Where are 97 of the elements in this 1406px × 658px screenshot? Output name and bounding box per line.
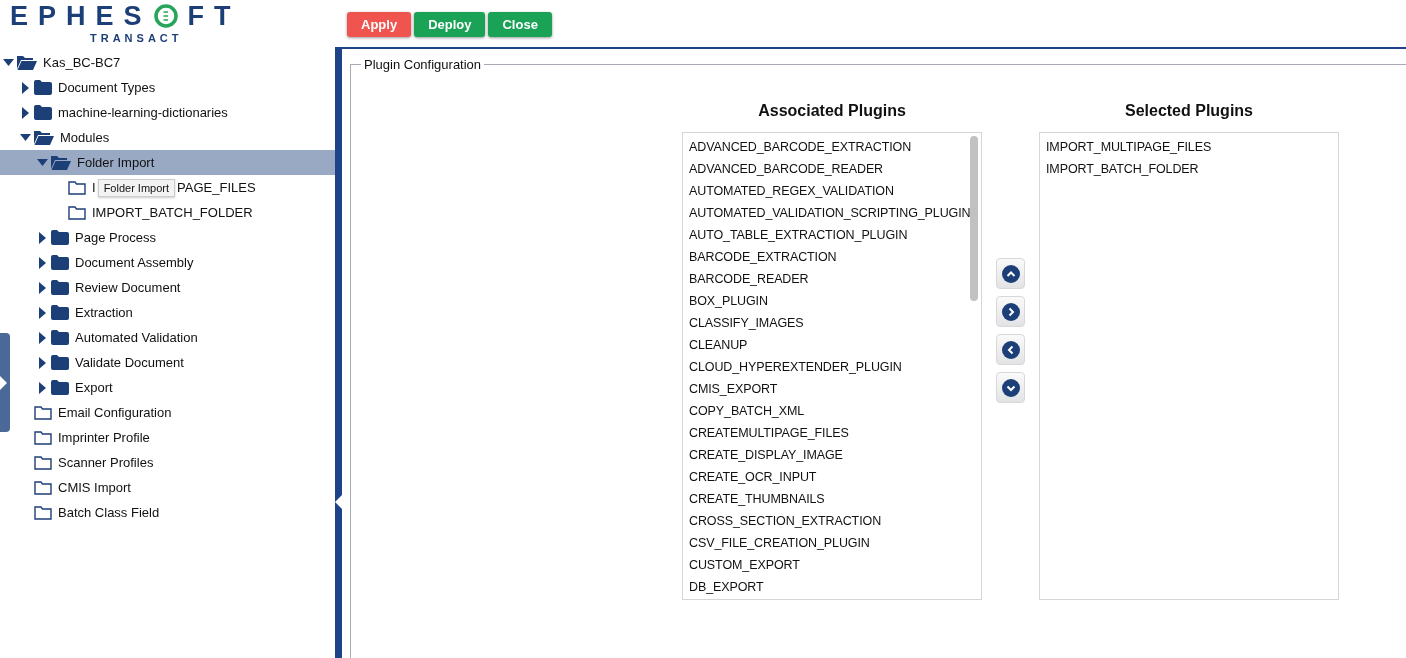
move-button[interactable] bbox=[996, 372, 1025, 403]
caret-right-icon[interactable] bbox=[38, 256, 47, 269]
tree-item-label[interactable]: PAGE_FILES bbox=[177, 180, 256, 195]
open-folder-icon bbox=[17, 55, 37, 70]
list-item[interactable]: ADVANCED_BARCODE_EXTRACTION bbox=[689, 136, 981, 158]
chevron-left-icon bbox=[1001, 340, 1020, 359]
open-folder-icon bbox=[34, 130, 54, 145]
tree-item-label[interactable]: Export bbox=[75, 380, 113, 395]
chevron-up-icon bbox=[1001, 264, 1020, 283]
open-folder-icon bbox=[51, 155, 71, 170]
caret-right-icon bbox=[0, 375, 7, 390]
list-item[interactable]: AUTOMATED_REGEX_VALIDATION bbox=[689, 180, 981, 202]
chevron-down-icon bbox=[1001, 378, 1020, 397]
tree-item-label[interactable]: Document Types bbox=[58, 80, 156, 95]
list-item[interactable]: CMIS_EXPORT bbox=[689, 378, 981, 400]
chevron-right-icon bbox=[1001, 302, 1020, 321]
list-item[interactable]: CREATE_DISPLAY_IMAGE bbox=[689, 444, 981, 466]
tree-item-label[interactable]: Kas_BC-BC7 bbox=[43, 55, 121, 70]
list-heading: Associated Plugins bbox=[758, 102, 906, 121]
tooltip: Folder Import bbox=[97, 178, 176, 197]
caret-left-icon bbox=[335, 495, 342, 509]
list-item[interactable]: CREATE_OCR_INPUT bbox=[689, 466, 981, 488]
list-item[interactable]: IMPORT_MULTIPAGE_FILES bbox=[1046, 136, 1338, 158]
folder-icon bbox=[51, 255, 69, 270]
tree-item-label[interactable]: Modules bbox=[60, 130, 110, 145]
list-heading: Selected Plugins bbox=[1124, 102, 1253, 121]
tree-item-label[interactable]: I bbox=[92, 180, 96, 195]
list-item[interactable]: BARCODE_READER bbox=[689, 268, 981, 290]
tree-item-label[interactable]: Page Process bbox=[75, 230, 156, 245]
associated-plugins-list[interactable] bbox=[682, 132, 982, 600]
caret-right-icon[interactable] bbox=[38, 231, 47, 244]
list-item[interactable]: BARCODE_EXTRACTION bbox=[689, 246, 981, 268]
list-item[interactable]: BOX_PLUGIN bbox=[689, 290, 981, 312]
folder-icon bbox=[51, 305, 69, 320]
caret-down-icon[interactable] bbox=[37, 158, 48, 167]
folder-outline-icon bbox=[34, 480, 52, 495]
folder-icon bbox=[51, 380, 69, 395]
move-button[interactable] bbox=[996, 334, 1025, 365]
folder-icon bbox=[34, 105, 52, 120]
selected-plugins-list[interactable]: IMPORT_MULTIPAGE_FILES IMPORT_BATCH_FOLDER bbox=[1039, 132, 1339, 600]
move-button[interactable] bbox=[996, 258, 1025, 289]
folder-outline-icon bbox=[34, 455, 52, 470]
tree-item-label[interactable]: Folder Import bbox=[77, 155, 155, 170]
folder-outline-icon bbox=[34, 405, 52, 420]
folder-icon bbox=[51, 330, 69, 345]
list-item[interactable]: AUTOMATED_VALIDATION_SCRIPTING_PLUGIN bbox=[689, 202, 981, 224]
selected-tree-row[interactable]: Folder Import bbox=[0, 150, 335, 175]
expand-handle[interactable] bbox=[0, 333, 10, 432]
list-item[interactable]: CROSS_SECTION_EXTRACTION bbox=[689, 510, 981, 532]
list-item[interactable]: IMPORT_BATCH_FOLDER bbox=[1046, 158, 1338, 180]
folder-outline-icon bbox=[68, 180, 86, 195]
caret-right-icon[interactable] bbox=[38, 381, 47, 394]
tree-item-label[interactable]: Review Document bbox=[75, 280, 181, 295]
tree-item-label[interactable]: Document Assembly bbox=[75, 255, 194, 270]
folder-icon bbox=[34, 80, 52, 95]
folder-icon bbox=[51, 355, 69, 370]
list-item[interactable]: CREATEMULTIPAGE_FILES bbox=[689, 422, 981, 444]
list-item[interactable]: AUTO_TABLE_EXTRACTION_PLUGIN bbox=[689, 224, 981, 246]
tree-item-label[interactable]: Imprinter Profile bbox=[58, 430, 150, 445]
scrollbar-thumb[interactable] bbox=[970, 136, 978, 301]
caret-right-icon[interactable] bbox=[21, 106, 30, 119]
list-item[interactable]: CREATE_THUMBNAILS bbox=[689, 488, 981, 510]
tree-item-label[interactable]: CMIS Import bbox=[58, 480, 131, 495]
folder-outline-icon bbox=[34, 430, 52, 445]
caret-right-icon[interactable] bbox=[38, 331, 47, 344]
list-item[interactable]: DB_EXPORT bbox=[689, 576, 981, 598]
logo-subtitle: TRANSACT bbox=[90, 32, 183, 44]
list-item[interactable]: COPY_BATCH_XML bbox=[689, 400, 981, 422]
caret-right-icon[interactable] bbox=[38, 281, 47, 294]
caret-right-icon[interactable] bbox=[38, 356, 47, 369]
folder-icon bbox=[51, 230, 69, 245]
logo-text: FT bbox=[187, 2, 241, 30]
tree-item-label[interactable]: Email Configuration bbox=[58, 405, 172, 420]
caret-right-icon[interactable] bbox=[21, 81, 30, 94]
tree-item-label[interactable]: Batch Class Field bbox=[58, 505, 160, 520]
tree-item-label[interactable]: Automated Validation bbox=[75, 330, 198, 345]
move-button[interactable] bbox=[996, 296, 1025, 327]
list-item[interactable]: CLASSIFY_IMAGES bbox=[689, 312, 981, 334]
caret-down-icon[interactable] bbox=[3, 58, 14, 67]
list-item[interactable]: CUSTOM_EXPORT bbox=[689, 554, 981, 576]
folder-outline-icon bbox=[68, 205, 86, 220]
list-item[interactable]: CLOUD_HYPEREXTENDER_PLUGIN bbox=[689, 356, 981, 378]
panel-title: Plugin Configuration bbox=[363, 57, 483, 72]
list-item[interactable]: ADVANCED_BARCODE_READER bbox=[689, 158, 981, 180]
folder-icon bbox=[51, 280, 69, 295]
tree-item-label[interactable]: machine-learning-dictionaries bbox=[58, 105, 228, 120]
logo-text: EPHES bbox=[10, 2, 152, 30]
list-item[interactable]: CSV_FILE_CREATION_PLUGIN bbox=[689, 532, 981, 554]
tree-item-label[interactable]: Scanner Profiles bbox=[58, 455, 154, 470]
logo-ring-icon bbox=[153, 4, 178, 28]
tree-item-label[interactable]: IMPORT_BATCH_FOLDER bbox=[92, 205, 253, 220]
tree-item-label[interactable]: Validate Document bbox=[75, 355, 184, 370]
caret-down-icon[interactable] bbox=[20, 133, 31, 142]
list-item[interactable]: CLEANUP bbox=[689, 334, 981, 356]
caret-right-icon[interactable] bbox=[38, 306, 47, 319]
tree-item-label[interactable]: Extraction bbox=[75, 305, 133, 320]
folder-outline-icon bbox=[34, 505, 52, 520]
